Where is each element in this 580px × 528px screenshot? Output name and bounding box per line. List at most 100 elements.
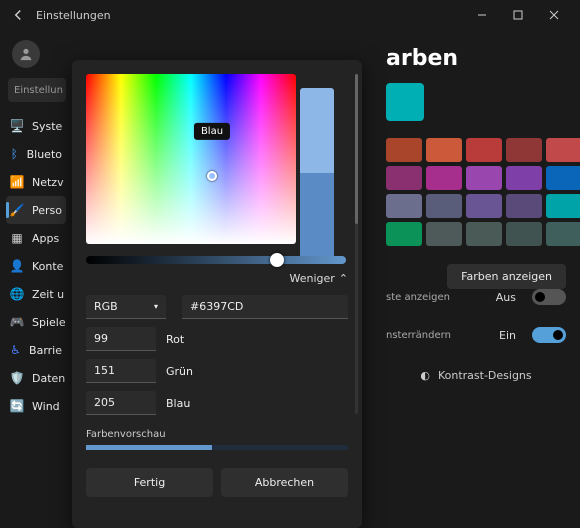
color-tooltip: Blau [194, 123, 230, 140]
color-swatch[interactable] [426, 166, 462, 190]
nav-icon: ᛒ [10, 147, 19, 161]
channel-label: Grün [166, 365, 193, 378]
nav-label: Wind [32, 400, 60, 413]
nav-icon: ▦ [10, 231, 24, 245]
sidebar-item-3[interactable]: 🖌️ Perso [6, 196, 66, 224]
nav-icon: 🔄 [10, 399, 24, 413]
toggle-state: Aus [496, 291, 516, 304]
cancel-button[interactable]: Abbrechen [221, 468, 348, 497]
sidebar-item-6[interactable]: 🌐 Zeit u [6, 280, 66, 308]
color-swatch[interactable] [466, 166, 502, 190]
color-picker-dialog: Blau Weniger ⌃ RGB ▾ Rot Grün Blau Farbenv… [72, 60, 362, 528]
color-grid [386, 138, 566, 246]
search-input[interactable]: Einstellun [8, 78, 66, 102]
color-swatch[interactable] [386, 166, 422, 190]
color-swatch[interactable] [546, 138, 580, 162]
channel-input-Blau[interactable] [86, 391, 156, 415]
channel-input-Grün[interactable] [86, 359, 156, 383]
color-swatch[interactable] [466, 194, 502, 218]
chevron-down-icon: ▾ [154, 302, 158, 311]
color-swatch[interactable] [546, 194, 580, 218]
nav-icon: ♿ [10, 343, 21, 357]
nav-label: Syste [32, 120, 62, 133]
color-swatch[interactable] [546, 222, 580, 246]
setting-row: ste anzeigen Aus [386, 289, 566, 305]
color-swatch[interactable] [466, 222, 502, 246]
channel-label: Rot [166, 333, 184, 346]
color-mode-select[interactable]: RGB ▾ [86, 295, 166, 319]
titlebar: Einstellungen [0, 0, 580, 30]
color-swatch[interactable] [426, 222, 462, 246]
avatar[interactable] [12, 40, 40, 68]
chevron-up-icon: ⌃ [339, 272, 348, 285]
nav-icon: 🖌️ [10, 203, 24, 217]
nav-label: Apps [32, 232, 59, 245]
sv-cursor[interactable] [207, 171, 217, 181]
color-swatch[interactable] [506, 166, 542, 190]
nav-icon: 🎮 [10, 315, 24, 329]
contrast-icon: ◐ [420, 369, 430, 382]
less-toggle[interactable]: Weniger ⌃ [86, 272, 348, 285]
maximize-button[interactable] [500, 0, 536, 30]
sidebar-item-1[interactable]: ᛒ Blueto [6, 140, 66, 168]
nav-icon: 🛡️ [10, 371, 24, 385]
nav-label: Perso [32, 204, 62, 217]
setting-label: ste anzeigen [386, 292, 450, 303]
done-button[interactable]: Fertig [86, 468, 213, 497]
channel-input-Rot[interactable] [86, 327, 156, 351]
page-title: arben [386, 46, 566, 71]
nav-label: Zeit u [32, 288, 64, 301]
nav-label: Konte [32, 260, 63, 273]
hex-input[interactable] [182, 295, 348, 319]
nav-label: Netzv [32, 176, 64, 189]
color-swatch[interactable] [386, 194, 422, 218]
close-button[interactable] [536, 0, 572, 30]
color-swatch[interactable] [426, 194, 462, 218]
color-swatch[interactable] [386, 222, 422, 246]
minimize-button[interactable] [464, 0, 500, 30]
saturation-value-field[interactable]: Blau [86, 74, 296, 244]
nav-label: Daten [32, 372, 65, 385]
current-accent-swatch[interactable] [386, 83, 424, 121]
sidebar-item-4[interactable]: ▦ Apps [6, 224, 66, 252]
color-swatch[interactable] [546, 166, 580, 190]
nav-icon: 🌐 [10, 287, 24, 301]
nav-icon: 👤 [10, 259, 24, 273]
sidebar-item-0[interactable]: 🖥️ Syste [6, 112, 66, 140]
sidebar-item-5[interactable]: 👤 Konte [6, 252, 66, 280]
toggle-switch[interactable] [532, 289, 566, 305]
contrast-label: Kontrast-Designs [438, 369, 532, 382]
sidebar-item-2[interactable]: 📶 Netzv [6, 168, 66, 196]
nav-icon: 📶 [10, 175, 24, 189]
color-swatch[interactable] [506, 194, 542, 218]
color-swatch[interactable] [506, 222, 542, 246]
color-swatch[interactable] [426, 138, 462, 162]
color-preview-label: Farbenvorschau [86, 429, 348, 440]
toggle-state: Ein [499, 329, 516, 342]
channel-label: Blau [166, 397, 190, 410]
sidebar-item-8[interactable]: ♿ Barrie [6, 336, 66, 364]
value-slider[interactable] [86, 256, 346, 264]
color-preview-strip [300, 88, 334, 258]
sidebar: Einstellun 🖥️ Syste ᛒ Blueto 📶 Netzv 🖌️ Perso ▦ A… [0, 30, 72, 518]
show-colors-button[interactable]: Farben anzeigen [447, 264, 566, 289]
nav-icon: 🖥️ [10, 119, 24, 133]
back-button[interactable] [8, 5, 28, 25]
nav-label: Barrie [29, 344, 62, 357]
window-title: Einstellungen [36, 9, 111, 22]
dialog-scrollbar[interactable] [355, 74, 358, 414]
nav-list: 🖥️ Syste ᛒ Blueto 📶 Netzv 🖌️ Perso ▦ Apps 👤 Konte 🌐 Z… [6, 112, 66, 420]
contrast-designs-row[interactable]: ◐ Kontrast-Designs [386, 369, 566, 382]
sidebar-item-7[interactable]: 🎮 Spiele [6, 308, 66, 336]
color-swatch[interactable] [386, 138, 422, 162]
setting-label: nsterrändern [386, 330, 451, 341]
color-preview-bar [86, 445, 348, 450]
color-swatch[interactable] [506, 138, 542, 162]
nav-label: Spiele [32, 316, 66, 329]
sidebar-item-10[interactable]: 🔄 Wind [6, 392, 66, 420]
sidebar-item-9[interactable]: 🛡️ Daten [6, 364, 66, 392]
nav-label: Blueto [27, 148, 62, 161]
setting-row: nsterrändern Ein [386, 327, 566, 343]
color-swatch[interactable] [466, 138, 502, 162]
toggle-switch[interactable] [532, 327, 566, 343]
